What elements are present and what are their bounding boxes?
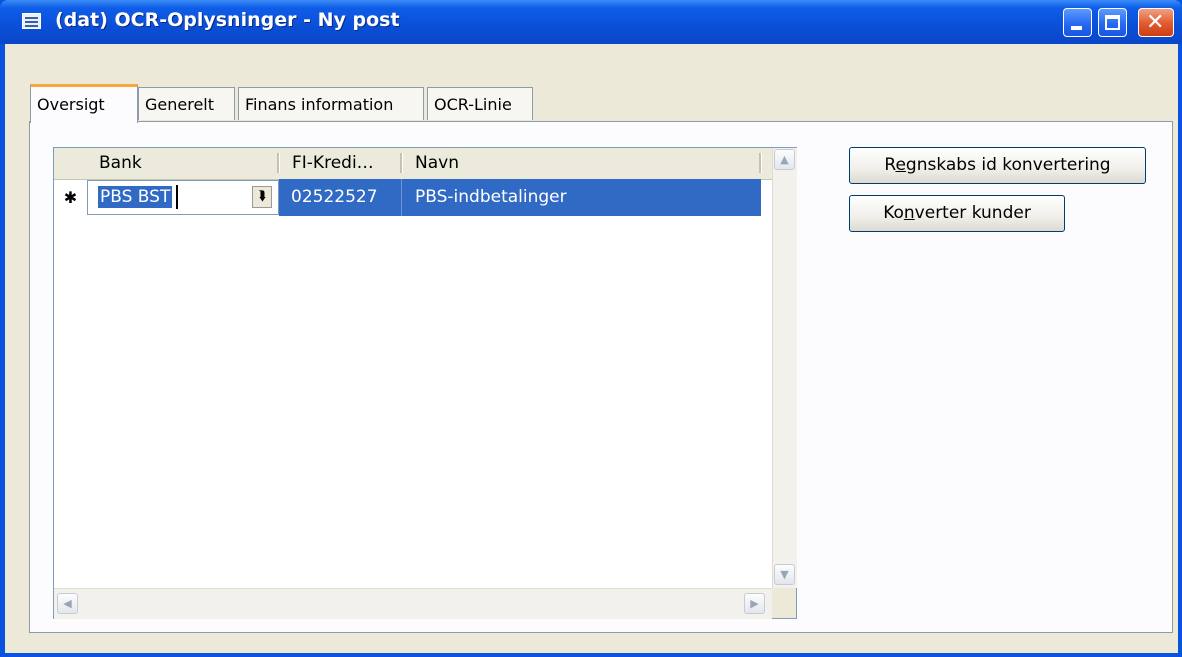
new-record-marker[interactable]: ✱ [54,179,87,216]
tab-label: Finans information [245,95,394,114]
lookup-arrow-icon: ⮯ [258,189,266,204]
tab-oversigt[interactable]: Oversigt [30,84,138,123]
tab-panel-oversigt: Bank FI-Kredi… Navn ✱ PBS BST ⮯ 02522527… [29,121,1173,633]
accelerator-key: e [895,155,906,175]
window-title: (dat) OCR-Oplysninger - Ny post [55,9,400,31]
title-bar[interactable]: (dat) OCR-Oplysninger - Ny post ✕ [0,0,1182,44]
chevron-down-icon: ▼ [780,568,789,581]
vertical-scrollbar[interactable]: ▲ ▼ [772,148,797,588]
close-icon: ✕ [1146,10,1165,35]
accelerator-key: n [903,203,915,223]
scroll-right-button[interactable]: ▶ [744,593,765,614]
horizontal-scrollbar[interactable]: ◀ ▶ [54,588,772,619]
tab-label: Oversigt [37,95,105,114]
chevron-up-icon: ▲ [780,153,789,166]
scroll-up-button[interactable]: ▲ [774,149,795,170]
tab-finans-information[interactable]: Finans information [238,87,424,120]
scroll-down-button[interactable]: ▼ [774,564,795,585]
dialog-client-area: Oversigt Generelt Finans information OCR… [5,44,1178,653]
grid-header: Bank FI-Kredi… Navn [54,148,772,180]
column-header-fi-kreditor[interactable]: FI-Kredi… [280,148,400,178]
lookup-dropdown-button[interactable]: ⮯ [252,186,272,208]
scrollbar-corner [772,588,796,618]
tab-generelt[interactable]: Generelt [138,87,235,120]
column-divider[interactable] [759,153,762,173]
data-grid[interactable]: Bank FI-Kredi… Navn ✱ PBS BST ⮯ 02522527… [53,147,797,619]
close-button[interactable]: ✕ [1138,8,1174,37]
button-label-part: Ko [883,203,904,223]
cell-divider [401,179,402,216]
window-frame: (dat) OCR-Oplysninger - Ny post ✕ Oversi… [0,0,1182,657]
tab-label: OCR-Linie [434,95,512,114]
form-icon[interactable] [22,13,41,29]
column-header-navn[interactable]: Navn [403,148,763,178]
button-label-part: gnskabs id konvertering [905,155,1111,175]
button-label-part: verter kunder [914,203,1031,223]
table-row[interactable]: ✱ PBS BST ⮯ 02522527 PBS-indbetalinger [54,179,772,216]
bank-combo-field[interactable]: PBS BST ⮯ [87,180,279,215]
chevron-right-icon: ▶ [750,597,759,610]
chevron-left-icon: ◀ [63,597,72,610]
tab-label: Generelt [145,95,215,114]
maximize-button[interactable] [1098,8,1127,37]
button-label-part: R [884,155,896,175]
scroll-left-button[interactable]: ◀ [57,593,78,614]
column-header-bank[interactable]: Bank [87,148,277,178]
maximize-icon [1105,15,1120,30]
bank-value: PBS BST [98,186,173,208]
minimize-icon [1071,26,1082,30]
fi-kreditor-cell[interactable]: 02522527 [291,179,378,216]
regnskabs-id-konvertering-button[interactable]: Regnskabs id konvertering [849,147,1146,184]
selected-cells: 02522527 PBS-indbetalinger [279,179,761,216]
minimize-button[interactable] [1063,8,1092,37]
text-cursor [176,185,178,209]
konverter-kunder-button[interactable]: Konverter kunder [849,195,1065,232]
tab-ocr-linie[interactable]: OCR-Linie [427,87,533,120]
navn-cell[interactable]: PBS-indbetalinger [415,179,567,216]
